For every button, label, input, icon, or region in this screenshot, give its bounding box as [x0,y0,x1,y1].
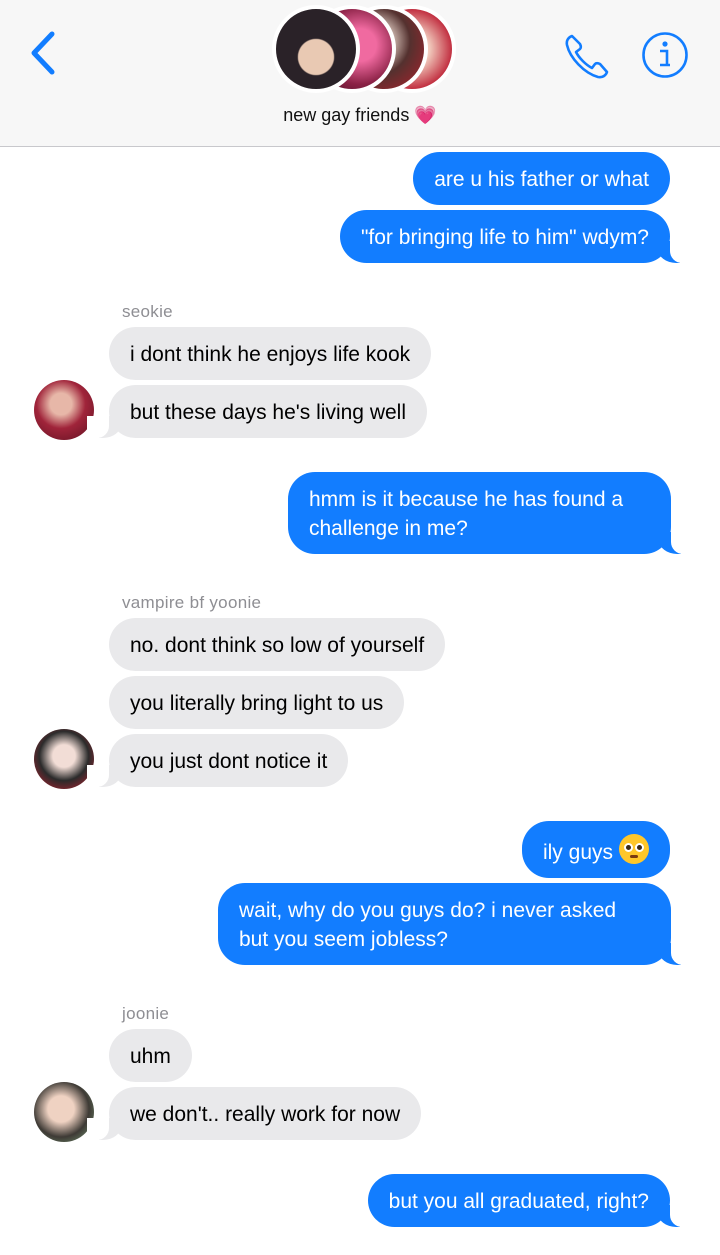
incoming-message[interactable]: you just dont notice it [86,734,349,787]
message-text: ily guys [542,841,613,864]
outgoing-message[interactable]: but you all graduated, right? [367,1174,693,1227]
avatar[interactable] [34,729,94,789]
chevron-left-icon [31,31,55,75]
sender-name: vampire bf yoonie [122,593,262,612]
outgoing-message[interactable]: hmm is it because he has found a challen… [288,472,693,554]
phone-icon [565,34,609,79]
conversation-header: new gay friends 💗 [0,0,720,147]
group-name[interactable]: new gay friends 💗 [0,105,720,126]
info-button[interactable] [641,31,689,79]
incoming-message[interactable]: uhm [109,1029,192,1082]
sender-name: seokie [122,302,173,321]
incoming-message[interactable]: you literally bring light to us [109,676,405,729]
group-member-avatar [272,5,360,93]
outgoing-message[interactable]: are u his father or what [413,152,670,205]
outgoing-message[interactable]: ily guys [521,821,670,878]
incoming-message[interactable]: no. dont think so low of yourself [109,618,446,671]
info-icon [642,32,688,78]
group-avatar-stack[interactable] [270,5,460,97]
incoming-message[interactable]: i dont think he enjoys life kook [109,327,432,380]
incoming-message[interactable]: but these days he's living well [87,385,427,438]
avatar[interactable] [34,1082,94,1142]
sender-name: joonie [122,1004,170,1023]
call-button[interactable] [560,28,616,84]
outgoing-message[interactable]: wait, why do you guys do? i never asked … [218,883,693,965]
pleading-face-icon [619,834,649,864]
avatar[interactable] [34,380,94,440]
outgoing-message[interactable]: "for bringing life to him" wdym? [339,210,693,263]
incoming-message[interactable]: we don't.. really work for now [86,1087,422,1140]
back-button[interactable] [22,28,62,78]
